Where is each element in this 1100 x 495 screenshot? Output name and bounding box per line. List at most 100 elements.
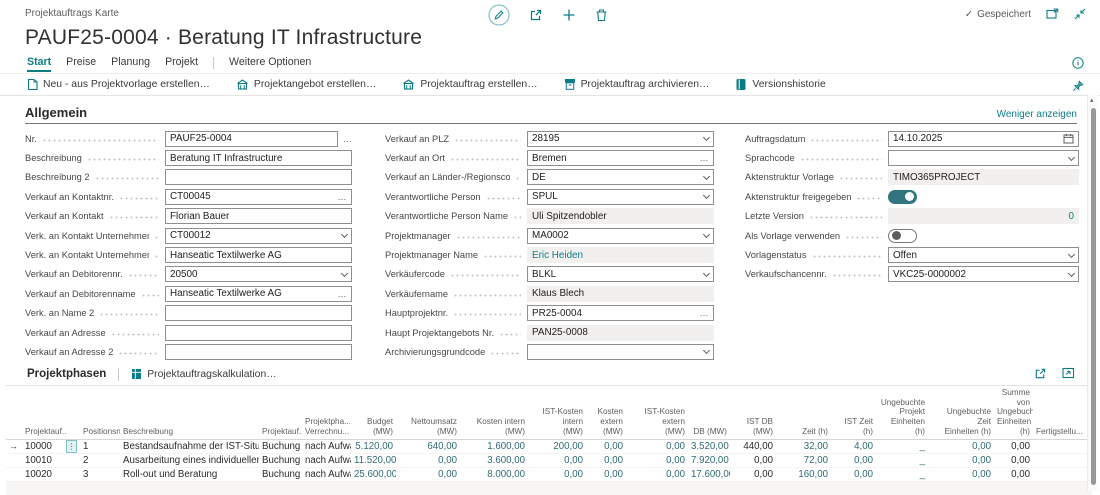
column-header[interactable]: Budget (MW) [351,417,396,436]
ellipsis-lookup-icon[interactable] [338,291,348,297]
cell-db[interactable]: 17.600,00 [688,469,730,480]
edit-icon[interactable] [488,4,510,26]
column-header[interactable]: IST-Kosten intern (MW) [528,407,586,436]
cell-ist-db[interactable]: 0,00 [730,455,776,466]
cell-verrechnung[interactable]: nach Aufwa... [302,455,351,466]
cell-ist-kosten-extern[interactable]: 0,00 [626,469,688,480]
toggle-switch[interactable] [888,228,917,243]
ellipsis-lookup-icon[interactable] [700,310,710,316]
field-control[interactable]: Uli Spitzendobler Uli Spitzendobler [527,208,714,225]
column-header[interactable]: Projektpha... Verrechnu... [302,417,351,436]
field-control[interactable]: PR25-0004 PR25-0004 [527,305,714,322]
cell-ist-kosten-extern[interactable]: 0,00 [626,455,688,466]
cell-verrechnung[interactable]: nach Aufwa... [302,469,351,480]
menu-tab[interactable]: Preise [66,56,96,72]
cell-projektauftragsnr[interactable]: 10020 [22,469,66,480]
collapse-icon[interactable] [1074,8,1086,20]
ellipsis-lookup-icon[interactable] [700,155,710,161]
menu-tab[interactable]: Projekt [165,56,198,72]
field-control[interactable]: CT00045 CT00045 [165,188,352,205]
cell-positionsnr[interactable]: 3 [80,469,120,480]
cell-positionsnr[interactable]: 2 [80,455,120,466]
column-header[interactable]: Kosten extern (MW) [586,407,626,436]
cell-ist-kosten-extern[interactable]: 0,00 [626,441,688,452]
field-control[interactable]: 28195 28195 [527,130,714,147]
show-less-link[interactable]: Weniger anzeigen [997,109,1077,120]
column-header[interactable]: Kosten intern (MW) [460,417,528,436]
column-header[interactable]: Summe von Ungebuchte Einheiten (h) [994,388,1033,436]
column-header[interactable]: Projektauf... [259,427,302,437]
cell-ungebuchte-projekt-einheiten[interactable]: _ [876,469,928,480]
cell-projektauftragsart[interactable]: Buchung [259,469,302,480]
field-control[interactable] [165,343,352,360]
vertical-scrollbar[interactable] [1087,94,1098,491]
field-control[interactable] [888,188,1079,205]
column-header[interactable]: IST Zeit (h) [831,417,876,436]
cell-budget[interactable]: 5.120,00 [351,441,396,452]
vertical-scrollbar-thumb[interactable] [1091,108,1096,485]
cell-ungebuchte-zeit-einheiten[interactable]: 0,00 [928,469,994,480]
cell-budget[interactable]: 11.520,00 [351,455,396,466]
section-title[interactable]: Allgemein [25,105,87,120]
cell-budget[interactable]: 25.600,00 [351,469,396,480]
field-control[interactable]: VKC25-0000002 VKC25-0000002 [888,266,1079,283]
cell-zeit[interactable]: 72,00 [776,455,831,466]
row-menu-icon[interactable] [66,440,77,454]
field-control[interactable]: SPUL SPUL [527,188,714,205]
action-projektauftrag-archivieren[interactable]: Projektauftrag archivieren… [564,78,709,91]
action-new-from-projektvorlage[interactable]: Neu - aus Projektvorlage erstellen… [27,78,210,91]
projektauftragskalkulation-button[interactable]: Projektauftragskalkulation… [131,368,277,380]
field-control[interactable] [165,305,352,322]
cell-beschreibung[interactable]: Ausarbeitung eines individuellen Sec-Pla… [120,455,259,466]
calendar-icon[interactable] [1063,133,1074,144]
cell-db[interactable]: 7.920,00 [688,455,730,466]
cell-kosten-intern[interactable]: 1.600,00 [460,441,528,452]
cell-summe-ungebuchte-einheiten[interactable]: 0,00 [994,455,1033,466]
field-control[interactable]: Hanseatic Textilwerke AG Hanseatic Texti… [165,285,352,302]
cell-ist-kosten-intern[interactable]: 200,00 [528,441,586,452]
field-control[interactable]: 20500 20500 [165,266,352,283]
menu-tab[interactable]: Start [27,56,52,72]
cell-positionsnr[interactable]: 1 [80,441,120,452]
cell-kosten-extern[interactable]: 0,00 [586,469,626,480]
cell-verrechnung[interactable]: nach Aufwa... [302,441,351,452]
cell-ist-kosten-intern[interactable]: 0,00 [528,455,586,466]
cell-db[interactable]: 3.520,00 [688,441,730,452]
share-icon[interactable] [529,8,543,22]
cell-ist-db[interactable]: 440,00 [730,441,776,452]
cell-ist-zeit[interactable]: 0,00 [831,455,876,466]
column-header[interactable]: IST DB (MW) [730,417,776,436]
column-header[interactable]: Beschreibung [120,427,259,437]
cell-zeit[interactable]: 160,00 [776,469,831,480]
grid-share-icon[interactable] [1034,367,1047,380]
column-header[interactable]: Fertigstellu... [1033,427,1092,437]
scroll-up-arrow-icon[interactable] [1090,96,1094,104]
cell-projektauftragsnr[interactable]: 10010 [22,455,66,466]
cell-kosten-intern[interactable]: 3.600,00 [460,455,528,466]
field-control[interactable]: Eric Heiden Eric Heiden [527,247,714,264]
column-header[interactable]: Nettoumsatz (MW) [396,417,460,436]
field-control[interactable]: 0 0 [888,208,1079,225]
cell-ist-kosten-intern[interactable]: 0,00 [528,469,586,480]
column-header[interactable]: Positionsnr [80,427,120,437]
column-header[interactable]: Ungebuchte Zeit Einheiten (h) [928,407,994,436]
table-row[interactable]: 10010 2 Ausarbeitung eines individuellen… [6,454,1092,469]
cell-nettoumsatz[interactable]: 0,00 [396,469,460,480]
toggle-switch[interactable] [888,189,917,204]
cell-kosten-intern[interactable]: 8.000,00 [460,469,528,480]
field-control[interactable] [527,343,714,360]
field-control[interactable]: TIMO365PROJECT TIMO365PROJECT [888,169,1079,186]
cell-nettoumsatz[interactable]: 0,00 [396,455,460,466]
more-options-menu[interactable]: Weitere Optionen [229,56,311,68]
tab-projektphasen[interactable]: Projektphasen [27,368,106,380]
field-control[interactable]: Beratung IT Infrastructure Beratung IT I… [165,150,352,167]
field-control[interactable]: 14.10.2025 14.10.2025 [888,130,1079,147]
field-control[interactable] [165,324,352,341]
field-control[interactable]: CT00012 CT00012 [165,227,352,244]
table-row[interactable]: 10020 3 Roll-out und Beratung Buchung na… [6,468,1092,483]
new-icon[interactable] [562,8,576,22]
cell-ungebuchte-zeit-einheiten[interactable]: 0,00 [928,441,994,452]
column-header[interactable]: Projektauf... [22,427,66,437]
cell-ungebuchte-zeit-einheiten[interactable]: 0,00 [928,455,994,466]
field-control[interactable]: PAUF25-0004 PAUF25-0004 [165,130,352,147]
